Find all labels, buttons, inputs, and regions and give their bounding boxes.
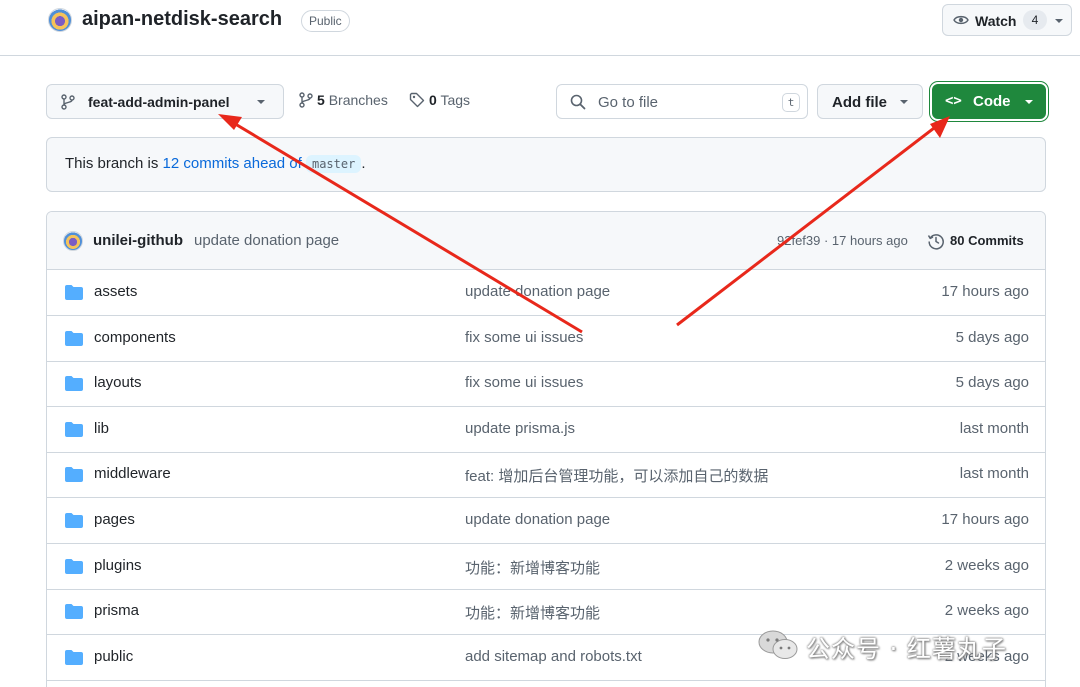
repo-name[interactable]: aipan-netdisk-search: [82, 8, 282, 31]
file-row[interactable]: pages update donation page 17 hours ago: [47, 498, 1045, 544]
folder-icon: [65, 330, 83, 346]
chevron-down-icon: [257, 100, 265, 104]
eye-icon: [953, 15, 969, 25]
folder-icon: [65, 285, 83, 300]
watch-label: Watch: [975, 13, 1017, 29]
folder-icon: [65, 604, 83, 620]
file-row[interactable]: plugins 功能：新增博客功能 2 weeks ago: [47, 544, 1045, 590]
code-label: Code: [973, 93, 1011, 110]
branch-icon: [299, 92, 313, 108]
branch-comparison-prefix: This branch is: [65, 155, 159, 172]
file-row[interactable]: assets update donation page 17 hours ago: [47, 270, 1045, 316]
file-browser: unilei-github update donation page 92fef…: [46, 211, 1046, 687]
history-icon: [927, 234, 944, 250]
file-commit-date: 5 days ago: [955, 374, 1029, 392]
tags-count: 0: [429, 92, 437, 108]
file-row[interactable]: middleware feat: 增加后台管理功能，可以添加自己的数据 last m…: [47, 452, 1045, 499]
file-row[interactable]: components fix some ui issues 5 days ago: [47, 316, 1045, 362]
file-commit-message[interactable]: update prisma.js: [465, 420, 575, 437]
file-commit-date: last month: [959, 419, 1029, 437]
branch-select-button[interactable]: feat-add-admin-panel: [46, 84, 284, 119]
tags-link[interactable]: 0 Tags: [409, 92, 470, 112]
file-commit-date: 2 weeks ago: [944, 556, 1029, 574]
commits-count-link[interactable]: 80 Commits: [950, 233, 1024, 248]
watermark-text: 公众号 · 红薯丸子: [806, 635, 1007, 663]
tags-label: Tags: [440, 92, 471, 108]
base-branch-label[interactable]: master: [305, 155, 362, 173]
file-name-link[interactable]: assets: [94, 283, 137, 300]
wechat-logo: [758, 630, 798, 659]
file-commit-date: 5 days ago: [955, 328, 1029, 346]
chevron-down-icon: [1025, 100, 1033, 104]
branch-comparison-suffix: .: [361, 155, 366, 172]
file-row[interactable]: layouts fix some ui issues 5 days ago: [47, 361, 1045, 408]
file-commit-message[interactable]: update donation page: [465, 283, 610, 300]
file-commit-date: 17 hours ago: [941, 283, 1029, 300]
branch-icon: [61, 94, 75, 110]
tag-icon: [409, 92, 425, 108]
commit-hash-time[interactable]: 92fef39 · 17 hours ago: [777, 233, 908, 248]
folder-icon: [65, 421, 83, 437]
file-name-link[interactable]: middleware: [94, 465, 171, 482]
file-commit-message[interactable]: 功能：新增博客功能: [465, 602, 600, 623]
about-sidebar: [1072, 0, 1080, 687]
file-name-link[interactable]: pages: [94, 511, 135, 528]
file-name-link[interactable]: lib: [94, 420, 109, 437]
branches-count: 5: [317, 92, 325, 108]
watch-count: 4: [1023, 10, 1047, 30]
file-commit-message[interactable]: update donation page: [465, 511, 610, 528]
commit-message[interactable]: update donation page: [194, 232, 339, 249]
folder-icon: [65, 376, 83, 392]
file-name-link[interactable]: layouts: [94, 374, 142, 391]
file-name-link[interactable]: public: [94, 648, 133, 665]
file-name-link[interactable]: components: [94, 329, 176, 346]
folder-icon: [65, 513, 83, 528]
file-commit-message[interactable]: fix some ui issues: [465, 374, 583, 391]
file-row[interactable]: lib update prisma.js last month: [47, 407, 1045, 453]
branches-label: Branches: [328, 92, 388, 108]
file-commit-message[interactable]: fix some ui issues: [465, 329, 583, 346]
repo-owner-avatar[interactable]: [48, 8, 72, 32]
go-to-file-input[interactable]: Go to file t: [556, 84, 808, 119]
add-file-button[interactable]: Add file: [817, 84, 923, 119]
latest-commit-bar: unilei-github update donation page 92fef…: [47, 212, 1045, 270]
folder-icon: [65, 467, 83, 483]
file-commit-message[interactable]: 功能：新增博客功能: [465, 557, 600, 578]
chevron-down-icon: [900, 100, 908, 104]
go-to-file-placeholder: Go to file: [598, 94, 659, 111]
commits-ahead-link[interactable]: 12 commits ahead of: [163, 155, 302, 172]
code-button[interactable]: <> Code: [932, 84, 1046, 119]
file-commit-date: last month: [959, 465, 1029, 483]
branch-comparison-text: This branch is 12 commits ahead of maste…: [65, 155, 366, 173]
search-icon: [570, 94, 586, 110]
file-name-link[interactable]: plugins: [94, 557, 142, 574]
avatar[interactable]: [63, 231, 83, 251]
folder-icon: [65, 558, 83, 574]
code-icon: <>: [945, 93, 962, 109]
folder-icon: [65, 649, 83, 665]
chevron-down-icon: [1055, 19, 1063, 23]
branch-comparison-banner: This branch is 12 commits ahead of maste…: [46, 137, 1046, 192]
file-name-link[interactable]: prisma: [94, 602, 139, 619]
repo-header: aipan-netdisk-search Public Watch 4: [0, 0, 1080, 56]
add-file-label: Add file: [832, 94, 887, 111]
keyboard-shortcut-hint: t: [782, 93, 800, 112]
commit-author[interactable]: unilei-github: [93, 232, 183, 249]
file-commit-date: 2 weeks ago: [944, 602, 1029, 620]
file-commit-message[interactable]: feat: 增加后台管理功能，可以添加自己的数据: [465, 465, 768, 486]
watch-button[interactable]: Watch 4: [942, 4, 1072, 36]
file-commit-date: 17 hours ago: [941, 511, 1029, 528]
current-branch-label: feat-add-admin-panel: [88, 94, 230, 110]
file-commit-message[interactable]: add sitemap and robots.txt: [465, 648, 642, 665]
visibility-badge: Public: [301, 10, 350, 32]
branches-link[interactable]: 5 Branches: [299, 92, 388, 112]
